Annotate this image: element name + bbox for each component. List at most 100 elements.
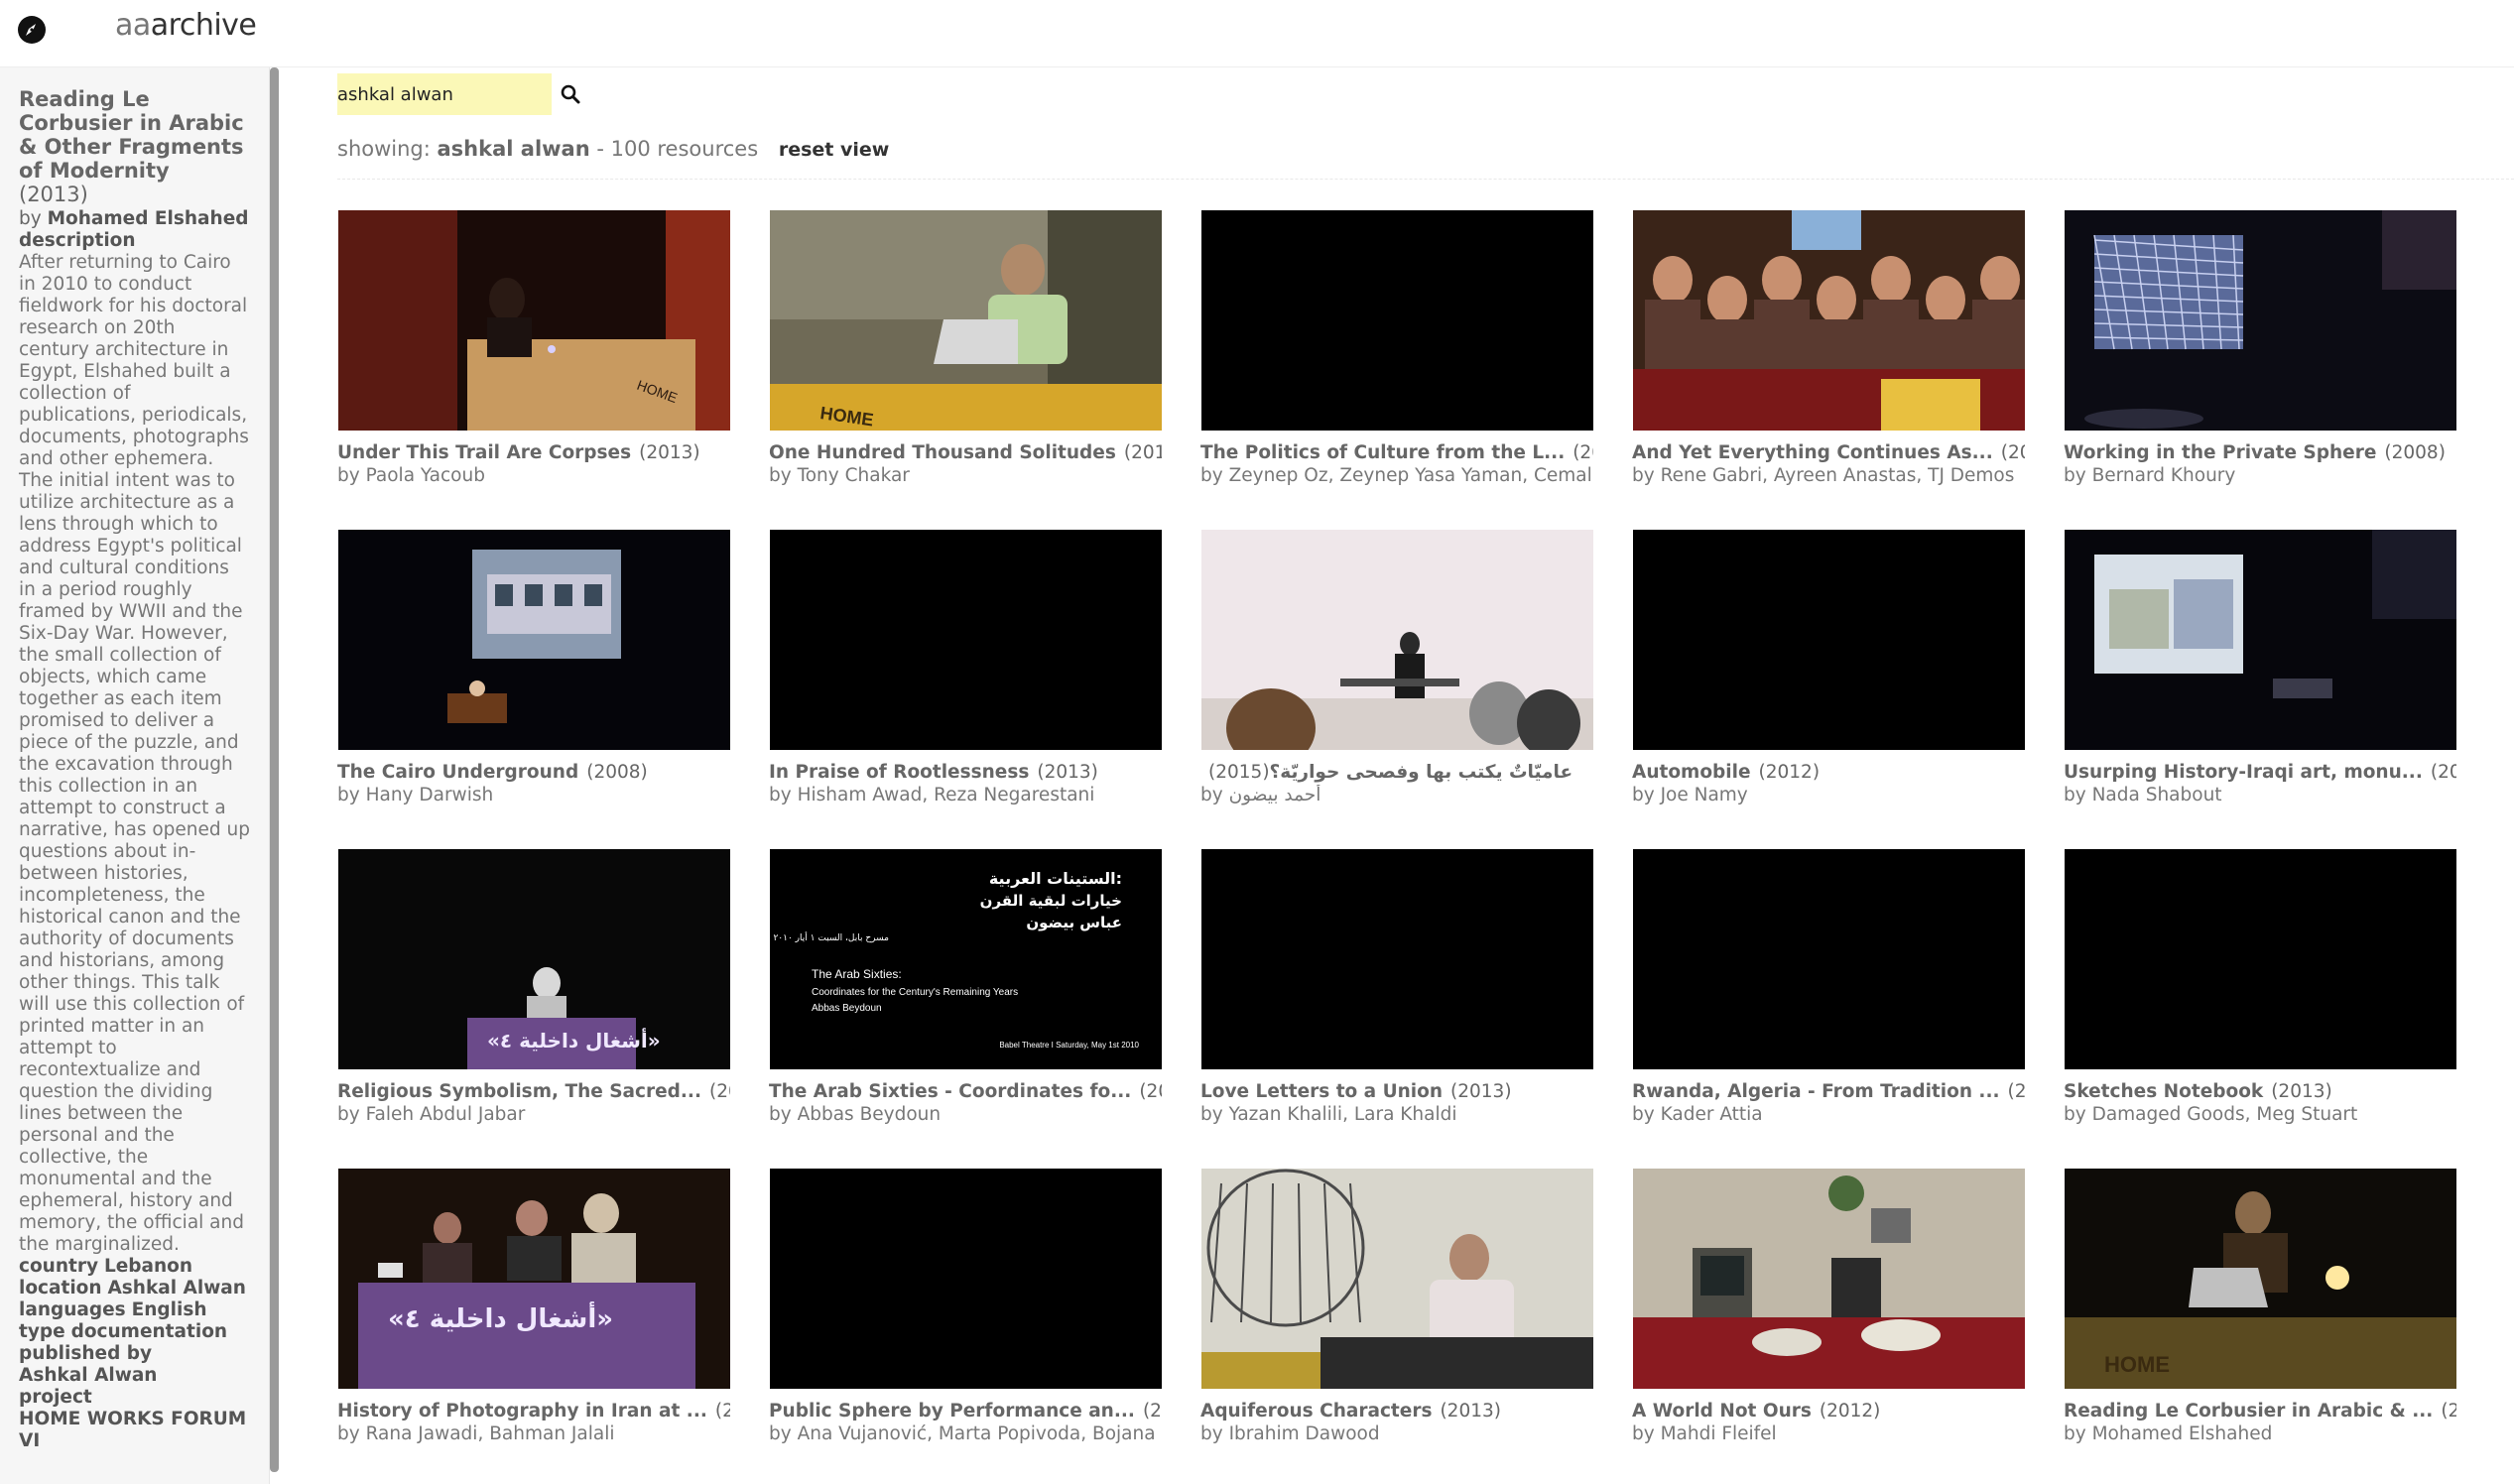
result-title[interactable]: Reading Le Corbusier in Arabic & ... (201… [2064,1401,2456,1422]
result-card[interactable]: Rwanda, Algeria - From Tradition ... (201… [1632,849,2025,1147]
result-title-text[interactable]: Religious Symbolism, The Sacred... [337,1081,701,1102]
result-card[interactable]: HOME Under This Trail Are Corpses (2013) by… [337,210,730,508]
result-title[interactable]: Under This Trail Are Corpses (2013) [337,442,730,463]
result-thumbnail[interactable] [1201,530,1593,750]
result-card[interactable]: «أشغال داخلية ٤» Religious Symbolism, The… [337,849,730,1147]
result-thumbnail[interactable]: HOME [338,210,730,431]
result-card[interactable]: Public Sphere by Performance an... (2013)… [769,1169,1162,1466]
result-title[interactable]: Automobile (2012) [1632,762,2025,783]
result-title-text[interactable]: Usurping History-Iraqi art, monu... [2064,762,2423,783]
result-authors[interactable]: by Damaged Goods, Meg Stuart [2064,1104,2456,1125]
detail-country[interactable]: Lebanon [104,1256,192,1277]
search-input[interactable] [337,73,552,115]
result-title-text[interactable]: Aquiferous Characters [1200,1401,1432,1422]
result-authors[interactable]: by Zeynep Oz, Zeynep Yasa Yaman, Cemal K… [1200,465,1593,486]
result-title[interactable]: One Hundred Thousand Solitudes (2013) [769,442,1162,463]
result-thumbnail[interactable]: الستينات العربية: خيارات لبقية القرن عباس … [770,849,1162,1069]
result-title[interactable]: Religious Symbolism, The Sacred... (2008) [337,1081,730,1102]
result-thumbnail[interactable] [1201,849,1593,1069]
result-thumbnail[interactable] [2065,530,2456,750]
result-authors[interactable]: by Kader Attia [1632,1104,2025,1125]
result-title[interactable]: Aquiferous Characters (2013) [1200,1401,1593,1422]
result-title[interactable]: Usurping History-Iraqi art, monu... (2008… [2064,762,2456,783]
result-authors[interactable]: by Hisham Awad, Reza Negarestani [769,785,1162,805]
result-card[interactable]: In Praise of Rootlessness (2013) by Hisham… [769,530,1162,827]
result-title[interactable]: عاميّاتٌ يكتب بها وفصحى حواريّة؟(2015) [1200,762,1593,783]
result-card[interactable]: The Politics of Culture from the L... (20… [1200,210,1593,508]
result-card[interactable]: HOME Reading Le Corbusier in Arabic & ...… [2064,1169,2456,1466]
result-authors[interactable]: by Joe Namy [1632,785,2025,805]
result-authors[interactable]: by Mohamed Elshahed [2064,1423,2456,1444]
result-title-text[interactable]: In Praise of Rootlessness [769,762,1029,783]
result-title-text[interactable]: The Cairo Underground [337,762,578,783]
result-thumbnail[interactable] [770,1169,1162,1389]
result-authors[interactable]: by Mahdi Fleifel [1632,1423,2025,1444]
result-authors[interactable]: by Rana Jawadi, Bahman Jalali [337,1423,730,1444]
detail-published[interactable]: Ashkal Alwan [19,1365,251,1387]
result-card[interactable]: Automobile (2012) by Joe Namy [1632,530,2025,827]
result-thumbnail[interactable] [1633,849,2025,1069]
result-authors[interactable]: by Rene Gabri, Ayreen Anastas, TJ Demos [1632,465,2025,486]
brand-logo[interactable]: aaarchive [115,8,257,43]
result-title[interactable]: The Arab Sixties - Coordinates fo... (201… [769,1081,1162,1102]
result-card[interactable]: Usurping History-Iraqi art, monu... (2008… [2064,530,2456,827]
result-title-text[interactable]: One Hundred Thousand Solitudes [769,442,1116,463]
result-authors[interactable]: by Faleh Abdul Jabar [337,1104,730,1125]
result-title[interactable]: Working in the Private Sphere (2008) [2064,442,2456,463]
result-card[interactable]: عاميّاتٌ يكتب بها وفصحى حواريّة؟(2015) by… [1200,530,1593,827]
result-card[interactable]: الستينات العربية: خيارات لبقية القرن عباس … [769,849,1162,1147]
reset-view-button[interactable]: reset view [779,139,890,161]
result-title-text[interactable]: The Arab Sixties - Coordinates fo... [769,1081,1131,1102]
result-thumbnail[interactable] [2065,210,2456,431]
result-card[interactable]: Working in the Private Sphere (2008) by Be… [2064,210,2456,508]
result-authors[interactable]: by Abbas Beydoun [769,1104,1162,1125]
result-thumbnail[interactable]: «أشغال داخلية ٤» [338,1169,730,1389]
detail-author[interactable]: Mohamed Elshahed [48,208,249,229]
result-title-text[interactable]: The Politics of Culture from the L... [1200,442,1565,463]
result-card[interactable]: And Yet Everything Continues As... (2008)… [1632,210,2025,508]
search-icon[interactable] [560,83,581,105]
result-thumbnail[interactable]: HOME [2065,1169,2456,1389]
result-authors[interactable]: by Ana Vujanović, Marta Popivoda, Bojana… [769,1423,1162,1444]
result-authors[interactable]: by Hany Darwish [337,785,730,805]
result-authors[interactable]: by Paola Yacoub [337,465,730,486]
result-card[interactable]: «أشغال داخلية ٤» History of Photography i… [337,1169,730,1466]
result-title[interactable]: The Cairo Underground (2008) [337,762,730,783]
result-title[interactable]: Public Sphere by Performance an... (2013) [769,1401,1162,1422]
result-title[interactable]: In Praise of Rootlessness (2013) [769,762,1162,783]
result-title-text[interactable]: Sketches Notebook [2064,1081,2263,1102]
result-title-text[interactable]: Rwanda, Algeria - From Tradition ... [1632,1081,2000,1102]
result-title[interactable]: Rwanda, Algeria - From Tradition ... (201… [1632,1081,2025,1102]
sidebar-scrollbar[interactable] [270,67,279,1472]
result-thumbnail[interactable] [1633,1169,2025,1389]
result-card[interactable]: The Cairo Underground (2008) by Hany Darwi… [337,530,730,827]
result-thumbnail[interactable] [1633,530,2025,750]
result-title[interactable]: A World Not Ours (2012) [1632,1401,2025,1422]
result-title-text[interactable]: Public Sphere by Performance an... [769,1401,1135,1422]
result-authors[interactable]: by Yazan Khalili, Lara Khaldi [1200,1104,1593,1125]
result-thumbnail[interactable] [2065,849,2456,1069]
result-card[interactable]: Aquiferous Characters (2013) by Ibrahim Da… [1200,1169,1593,1466]
result-authors[interactable]: by أحمد بيضون [1200,785,1593,805]
detail-languages[interactable]: English [132,1299,207,1320]
detail-type[interactable]: documentation [71,1321,227,1342]
result-title-text[interactable]: Working in the Private Sphere [2064,442,2376,463]
result-title-text[interactable]: Love Letters to a Union [1200,1081,1443,1102]
result-title-text[interactable]: Under This Trail Are Corpses [337,442,631,463]
result-title-text[interactable]: And Yet Everything Continues As... [1632,442,1993,463]
result-card[interactable]: A World Not Ours (2012) by Mahdi Fleifel [1632,1169,2025,1466]
detail-project[interactable]: HOME WORKS FORUM VI [19,1409,251,1452]
result-authors[interactable]: by Nada Shabout [2064,785,2456,805]
result-title-text[interactable]: A World Not Ours [1632,1401,1812,1422]
result-thumbnail[interactable] [1633,210,2025,431]
result-title-text[interactable]: Automobile [1632,762,1751,783]
result-thumbnail[interactable] [338,530,730,750]
result-thumbnail[interactable]: «أشغال داخلية ٤» [338,849,730,1069]
result-card[interactable]: Love Letters to a Union (2013) by Yazan Kh… [1200,849,1593,1147]
result-thumbnail[interactable] [1201,1169,1593,1389]
result-thumbnail[interactable] [1201,210,1593,431]
result-card[interactable]: Sketches Notebook (2013) by Damaged Goods,… [2064,849,2456,1147]
result-title[interactable]: And Yet Everything Continues As... (2008) [1632,442,2025,463]
result-thumbnail[interactable] [770,530,1162,750]
result-authors[interactable]: by Bernard Khoury [2064,465,2456,486]
